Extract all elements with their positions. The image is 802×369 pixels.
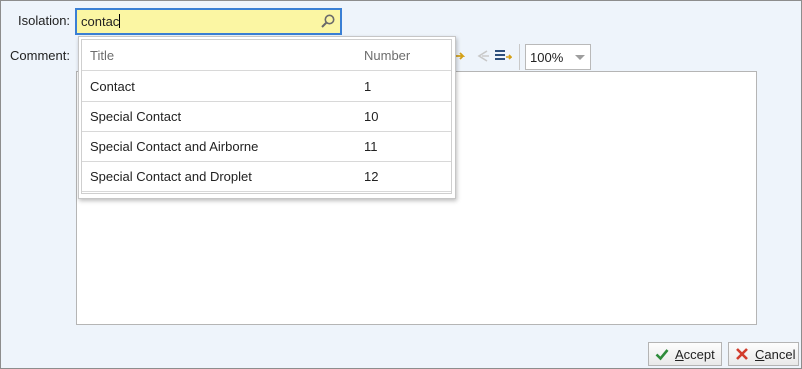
row-number: 12 — [364, 169, 379, 184]
isolation-search-input[interactable]: contac — [75, 8, 342, 35]
close-icon — [736, 348, 748, 360]
row-number: 10 — [364, 109, 379, 124]
cancel-mnemonic: C — [755, 347, 765, 362]
accept-label: Accept — [675, 347, 715, 362]
search-value: contac — [81, 14, 120, 29]
row-number: 11 — [364, 139, 378, 154]
chevron-down-icon[interactable] — [575, 55, 585, 60]
table-row[interactable]: Special Contact and Airborne 11 — [82, 131, 451, 162]
row-title: Special Contact and Airborne — [90, 139, 259, 154]
text-caret — [119, 14, 121, 28]
zoom-select[interactable]: 100% — [525, 44, 591, 70]
row-title: Special Contact — [90, 109, 182, 124]
cancel-label: Cancel — [755, 347, 795, 362]
accept-mnemonic: A — [675, 347, 684, 362]
column-header-title: Title — [90, 48, 115, 63]
search-value-wrap: contac — [81, 14, 121, 29]
row-number: 1 — [364, 79, 372, 94]
unindent-icon — [477, 50, 489, 62]
table-row[interactable]: Contact 1 — [82, 71, 451, 102]
cancel-button[interactable]: Cancel — [728, 342, 799, 366]
accept-label-rest: ccept — [683, 347, 715, 362]
cancel-label-rest: ancel — [764, 347, 796, 362]
autocomplete-dropdown: Title Number Contact 1 Special Contact 1… — [78, 36, 456, 199]
table-header: Title Number — [82, 40, 451, 71]
zoom-value: 100% — [530, 50, 564, 65]
column-header-number: Number — [364, 48, 411, 63]
row-title: Contact — [90, 79, 135, 94]
checkmark-icon — [655, 349, 669, 361]
table-row[interactable]: Special Contact 10 — [82, 101, 451, 132]
search-icon[interactable] — [320, 13, 336, 29]
dropdown-table: Title Number Contact 1 Special Contact 1… — [81, 39, 452, 194]
toolbar-separator — [519, 44, 520, 70]
row-title: Special Contact and Droplet — [90, 169, 252, 184]
isolation-label: Isolation: — [18, 13, 71, 28]
table-row[interactable]: Special Contact and Droplet 12 — [82, 161, 451, 192]
accept-button[interactable]: Accept — [648, 342, 722, 366]
dialog-window: Isolation: contac Comment: 100% Title Nu… — [0, 0, 802, 369]
comment-label: Comment: — [10, 48, 70, 63]
list-indent-icon[interactable] — [494, 47, 512, 65]
